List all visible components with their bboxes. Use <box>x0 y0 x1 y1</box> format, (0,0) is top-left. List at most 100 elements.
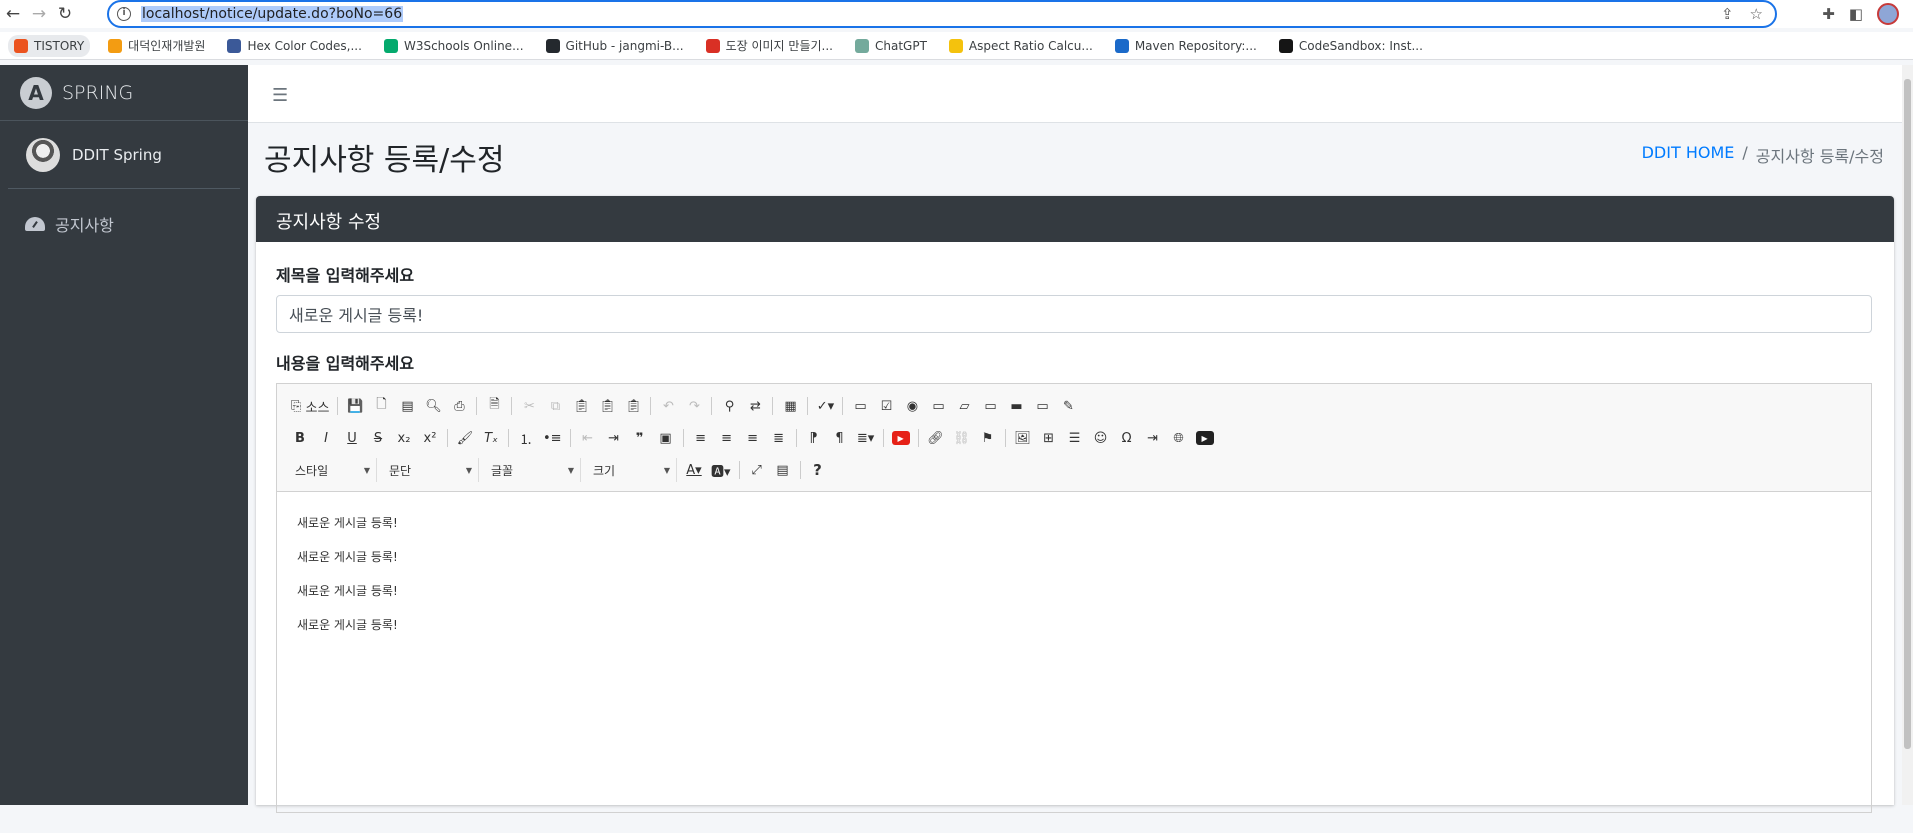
user-panel[interactable]: DDIT Spring <box>8 121 240 189</box>
brand-link[interactable]: A SPRING <box>0 65 248 121</box>
forward-icon[interactable]: → <box>26 1 52 27</box>
smiley-icon[interactable]: ☺ <box>1088 426 1114 450</box>
breadcrumb-home-link[interactable]: DDIT HOME <box>1642 143 1735 167</box>
image-button-icon[interactable]: ▭ <box>1029 394 1055 418</box>
textfield-icon[interactable]: ▭ <box>925 394 951 418</box>
page-scrollbar[interactable] <box>1902 65 1913 805</box>
share-icon[interactable]: ⇪ <box>1721 5 1734 23</box>
bookmark-item[interactable]: CodeSandbox: Inst... <box>1275 35 1427 57</box>
maximize-icon[interactable]: ⤢ <box>744 458 770 482</box>
video-icon[interactable]: ▶ <box>1192 426 1218 450</box>
show-blocks-icon[interactable]: ▤ <box>770 458 796 482</box>
bookmark-item[interactable]: Maven Repository:... <box>1111 35 1261 57</box>
cut-icon[interactable]: ✂ <box>516 394 542 418</box>
copy-format-icon[interactable]: 🖌︎ <box>452 426 478 450</box>
user-name[interactable]: DDIT Spring <box>72 146 162 164</box>
superscript-icon[interactable]: x² <box>417 426 443 450</box>
checkbox-icon[interactable]: ☑ <box>873 394 899 418</box>
save-icon[interactable]: 💾 <box>342 394 368 418</box>
div-container-icon[interactable]: ▣ <box>653 426 679 450</box>
font-combo[interactable]: 글꼴 ▼ <box>483 458 581 482</box>
horizontal-line-icon[interactable]: ☰ <box>1062 426 1088 450</box>
site-info-icon[interactable]: i <box>117 7 131 21</box>
side-panel-icon[interactable]: ◧ <box>1849 5 1863 23</box>
unlink-icon[interactable]: ⛓ <box>949 426 975 450</box>
align-center-icon[interactable]: ≡ <box>714 426 740 450</box>
iframe-icon[interactable]: 🌐︎ <box>1166 426 1192 450</box>
special-char-icon[interactable]: Ω <box>1114 426 1140 450</box>
button-field-icon[interactable]: ▬ <box>1003 394 1029 418</box>
paste-icon[interactable]: 📋︎ <box>568 394 594 418</box>
copy-icon[interactable]: ⧉ <box>542 394 568 418</box>
preview-icon[interactable]: 🔍︎ <box>420 394 446 418</box>
youtube-icon[interactable]: ▶ <box>888 426 914 450</box>
bookmark-item[interactable]: 대덕인재개발원 <box>104 35 209 57</box>
radio-icon[interactable]: ◉ <box>899 394 925 418</box>
subscript-icon[interactable]: x₂ <box>391 426 417 450</box>
url-text[interactable]: localhost/notice/update.do?boNo=66 <box>141 6 404 22</box>
hidden-field-icon[interactable]: ✎ <box>1055 394 1081 418</box>
bookmark-item[interactable]: GitHub - jangmi-B... <box>542 35 688 57</box>
extensions-icon[interactable]: ✚ <box>1822 5 1835 23</box>
language-icon[interactable]: ≣▾ <box>853 426 879 450</box>
export-pdf-icon[interactable]: ▤ <box>394 394 420 418</box>
undo-icon[interactable]: ↶ <box>655 394 681 418</box>
bookmark-item[interactable]: W3Schools Online... <box>380 35 528 57</box>
redo-icon[interactable]: ↷ <box>681 394 707 418</box>
image-icon[interactable]: 🖼︎ <box>1010 426 1036 450</box>
textarea-icon[interactable]: ▱ <box>951 394 977 418</box>
bookmark-item[interactable]: Hex Color Codes,... <box>223 35 366 57</box>
remove-format-icon[interactable]: Tₓ <box>478 426 504 450</box>
sidebar-item-notice[interactable]: 공지사항 <box>0 204 248 244</box>
page-break-icon[interactable]: ⇥ <box>1140 426 1166 450</box>
reload-icon[interactable]: ↻ <box>52 1 78 27</box>
bookmark-star-icon[interactable]: ☆ <box>1750 5 1763 23</box>
ltr-icon[interactable]: ⁋ <box>801 426 827 450</box>
bookmark-item[interactable]: 도장 이미지 만들기... <box>702 35 837 57</box>
templates-icon[interactable]: 🗎 <box>481 394 507 418</box>
replace-icon[interactable]: ⇄ <box>742 394 768 418</box>
text-color-icon[interactable]: A▾ <box>681 458 707 482</box>
link-icon[interactable]: 🔗︎ <box>923 426 949 450</box>
style-combo[interactable]: 스타일 ▼ <box>287 458 377 482</box>
source-button[interactable]: ⎘ 소스 <box>287 394 333 418</box>
strikethrough-icon[interactable]: S <box>365 426 391 450</box>
blockquote-icon[interactable]: ❞ <box>627 426 653 450</box>
rtl-icon[interactable]: ¶ <box>827 426 853 450</box>
align-left-icon[interactable]: ≡ <box>688 426 714 450</box>
form-icon[interactable]: ▭ <box>847 394 873 418</box>
bookmark-item[interactable]: Aspect Ratio Calcu... <box>945 35 1097 57</box>
print-icon[interactable]: ⎙ <box>446 394 472 418</box>
table-icon[interactable]: ⊞ <box>1036 426 1062 450</box>
address-bar[interactable]: i localhost/notice/update.do?boNo=66 ⇪ ☆ <box>107 0 1777 28</box>
italic-icon[interactable]: I <box>313 426 339 450</box>
justify-icon[interactable]: ≣ <box>766 426 792 450</box>
outdent-icon[interactable]: ⇤ <box>575 426 601 450</box>
bookmark-item[interactable]: TISTORY <box>8 34 91 57</box>
scrollbar-thumb[interactable] <box>1904 79 1911 749</box>
select-all-icon[interactable]: ▦ <box>777 394 803 418</box>
paste-word-icon[interactable]: 📋︎ <box>620 394 646 418</box>
help-icon[interactable]: ? <box>805 458 831 482</box>
size-combo[interactable]: 크기 ▼ <box>585 458 677 482</box>
numbered-list-icon[interactable]: ⒈ <box>513 426 539 450</box>
anchor-icon[interactable]: ⚑ <box>975 426 1001 450</box>
bg-color-icon[interactable]: 🅰︎▾ <box>707 458 735 482</box>
indent-icon[interactable]: ⇥ <box>601 426 627 450</box>
new-page-icon[interactable]: 🗋 <box>368 394 394 418</box>
select-field-icon[interactable]: ▭ <box>977 394 1003 418</box>
align-right-icon[interactable]: ≡ <box>740 426 766 450</box>
underline-icon[interactable]: U <box>339 426 365 450</box>
profile-avatar[interactable] <box>1877 3 1899 25</box>
spellcheck-icon[interactable]: ✓▾ <box>812 394 838 418</box>
menu-toggle-icon[interactable]: ☰ <box>272 85 288 106</box>
title-input[interactable] <box>276 295 1872 333</box>
find-icon[interactable]: ⚲ <box>716 394 742 418</box>
editor-content-area[interactable]: 새로운 게시글 등록! 새로운 게시글 등록! 새로운 게시글 등록! 새로운 … <box>277 492 1871 656</box>
bookmark-item[interactable]: ChatGPT <box>851 35 931 57</box>
bold-icon[interactable]: B <box>287 426 313 450</box>
back-icon[interactable]: ← <box>0 1 26 27</box>
paste-text-icon[interactable]: 📋︎ <box>594 394 620 418</box>
format-combo[interactable]: 문단 ▼ <box>381 458 479 482</box>
bulleted-list-icon[interactable]: •≡ <box>539 426 566 450</box>
